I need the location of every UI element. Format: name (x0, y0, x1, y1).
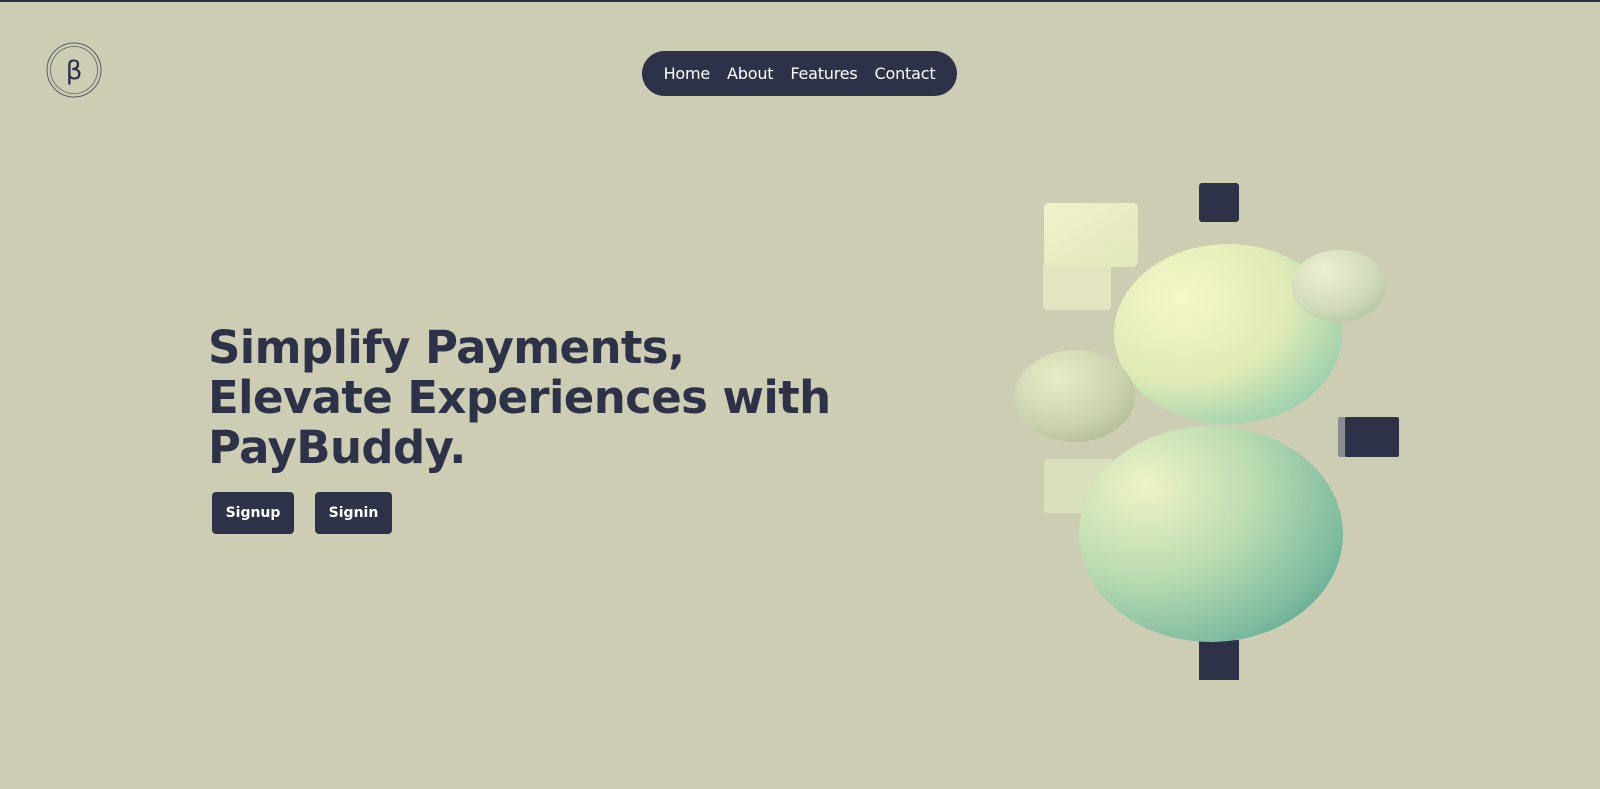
hero-title-line-2: Elevate Experiences with (208, 371, 831, 424)
nav-about-link[interactable]: About (727, 64, 774, 83)
hero-illustration (1000, 170, 1420, 690)
logo-letter: β (66, 56, 83, 86)
light-card-small (1043, 262, 1111, 310)
signin-button[interactable]: Signin (315, 492, 392, 534)
sphere-left (1015, 350, 1135, 442)
top-border (0, 0, 1600, 2)
hero-title-line-3: PayBuddy. (208, 421, 466, 474)
light-card-large (1044, 203, 1138, 267)
sphere-top-right (1292, 250, 1386, 322)
paybuddy-logo-icon: β (46, 42, 102, 98)
hero-title: Simplify Payments, Elevate Experiences w… (208, 323, 831, 473)
dark-square-top (1199, 183, 1239, 222)
logo[interactable]: β (46, 42, 102, 98)
signup-button[interactable]: Signup (212, 492, 294, 534)
hero-title-line-1: Simplify Payments, (208, 321, 685, 374)
abstract-3d-spheres-illustration (1015, 183, 1399, 680)
nav-contact-link[interactable]: Contact (875, 64, 936, 83)
dark-square-bottom (1199, 640, 1239, 680)
nav-home-link[interactable]: Home (664, 64, 711, 83)
main-nav: Home About Features Contact (642, 51, 957, 96)
sphere-large-bottom (1079, 426, 1343, 642)
nav-features-link[interactable]: Features (790, 64, 857, 83)
dark-square-right (1345, 417, 1399, 457)
